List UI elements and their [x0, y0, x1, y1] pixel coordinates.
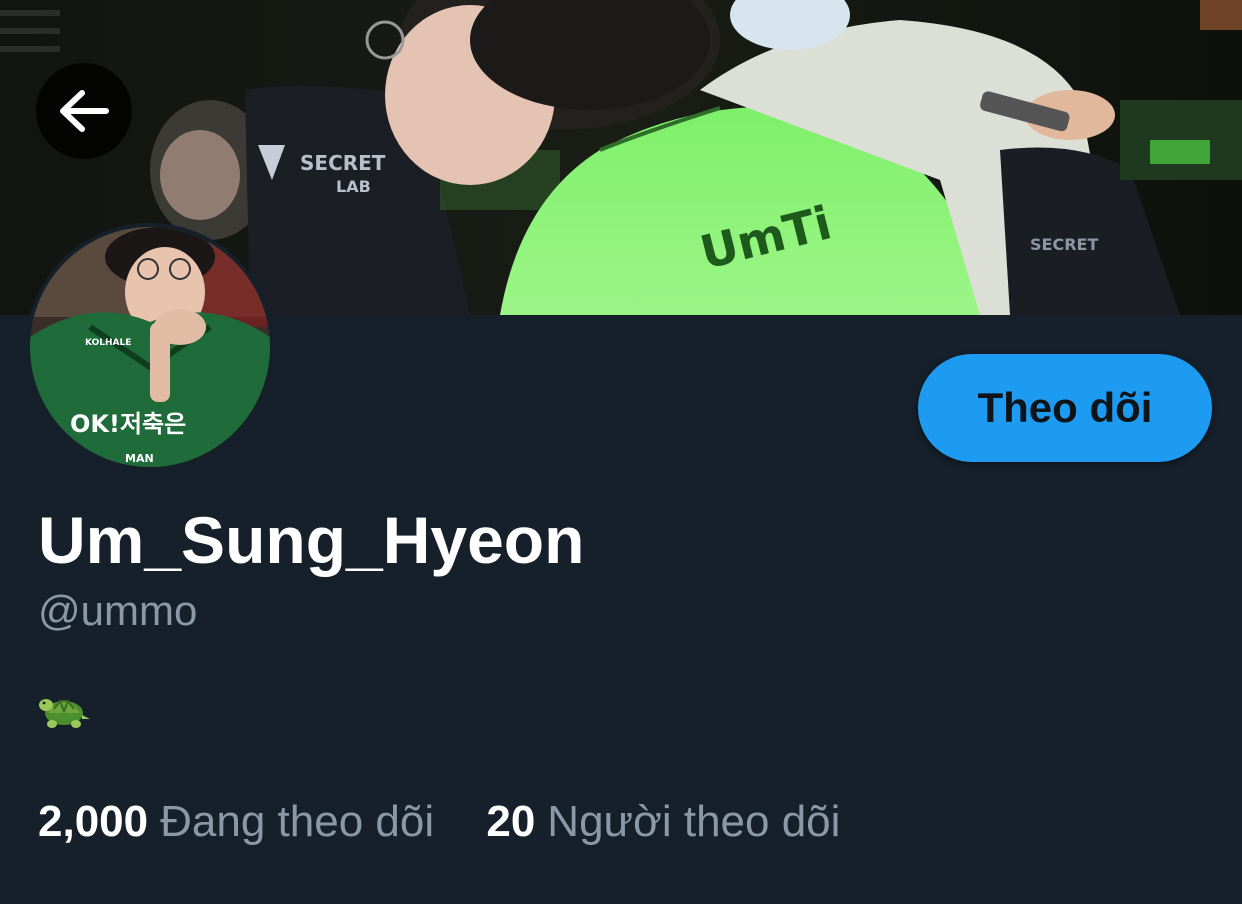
svg-text:KOLHALE: KOLHALE	[85, 338, 131, 348]
followers-label: Người theo dõi	[547, 797, 841, 846]
avatar[interactable]: OK!저축은 KOLHALE MAN	[26, 223, 274, 471]
svg-text:LAB: LAB	[336, 177, 371, 196]
following-label: Đang theo dõi	[160, 797, 435, 846]
turtle-emoji-icon	[39, 699, 90, 728]
following-count: 2,000	[38, 797, 149, 846]
profile-stats: 2,000 Đang theo dõi 20 Người theo dõi	[38, 794, 840, 850]
svg-text:SECRET: SECRET	[300, 151, 386, 175]
svg-text:SECRET: SECRET	[1030, 235, 1098, 254]
display-name: Um_Sung_Hyeon	[38, 503, 585, 577]
followers-count: 20	[486, 797, 536, 846]
svg-text:MAN: MAN	[125, 452, 154, 465]
bio	[38, 683, 94, 739]
follow-button-label: Theo dõi	[977, 384, 1153, 431]
back-button[interactable]	[36, 63, 132, 159]
following-link[interactable]: 2,000 Đang theo dõi	[38, 794, 434, 850]
user-handle: @ummo	[38, 587, 198, 634]
svg-text:OK!저축은: OK!저축은	[70, 410, 186, 438]
avatar-photo: OK!저축은 KOLHALE MAN	[30, 227, 270, 467]
profile-page: SECRET LAB UmTi SECRET OK!저축은 KOLHALE MA…	[0, 0, 1242, 904]
arrow-left-icon	[60, 90, 109, 132]
followers-link[interactable]: 20 Người theo dõi	[486, 794, 840, 850]
follow-button[interactable]: Theo dõi	[918, 354, 1212, 462]
